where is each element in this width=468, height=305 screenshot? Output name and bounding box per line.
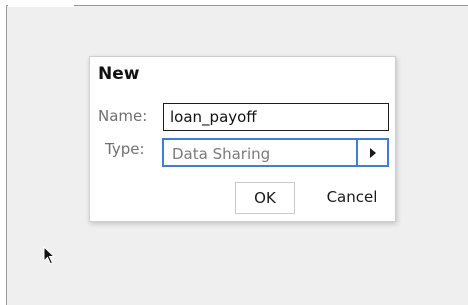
triangle-right-icon	[370, 148, 376, 158]
cancel-button[interactable]: Cancel	[318, 182, 386, 214]
new-dialog: New Name: loan_payoff Type: Data Sharing…	[89, 56, 396, 222]
name-label: Name:	[98, 107, 148, 125]
type-select-value: Data Sharing	[172, 145, 271, 163]
type-select[interactable]: Data Sharing	[162, 138, 389, 167]
name-input[interactable]: loan_payoff	[163, 103, 389, 131]
top-tab-strip	[8, 4, 74, 7]
type-label: Type:	[105, 140, 145, 158]
mouse-pointer-icon	[43, 246, 56, 265]
ok-button[interactable]: OK	[235, 182, 295, 214]
type-dropdown-button[interactable]	[356, 140, 387, 165]
dialog-title: New	[98, 64, 140, 84]
